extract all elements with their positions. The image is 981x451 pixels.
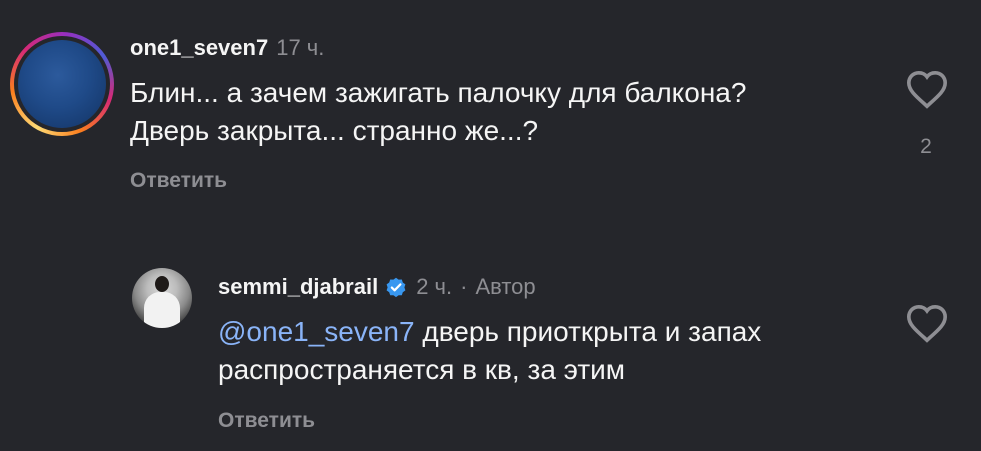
comment-text-line: Блин... а зачем зажигать палочку для бал…: [130, 77, 747, 108]
comment-text: @one1_seven7 дверь приоткрыта и запах ра…: [218, 313, 761, 389]
meta-separator: ·: [460, 274, 468, 299]
heart-outline-icon[interactable]: [905, 69, 949, 109]
comment-timestamp: 17 ч.: [276, 35, 325, 60]
avatar[interactable]: [132, 268, 192, 328]
mention-link[interactable]: @one1_seven7: [218, 316, 415, 347]
reply-button[interactable]: Ответить: [130, 169, 227, 193]
comment-text-fragment: дверь приоткрыта и запах: [414, 316, 762, 347]
comment-header: semmi_djabrail 2 ч. · Автор: [218, 274, 536, 300]
comment-text-line: Дверь закрыта... странно же...?: [130, 115, 539, 146]
comment-username[interactable]: semmi_djabrail: [218, 274, 378, 300]
comment-text-line: @one1_seven7 дверь приоткрыта и запах: [218, 313, 761, 351]
comment-text: Блин... а зачем зажигать палочку для бал…: [130, 74, 746, 150]
comment-item: one1_seven7 17 ч. Блин... а зачем зажига…: [0, 0, 981, 220]
avatar-image: [18, 40, 106, 128]
heart-outline-icon[interactable]: [905, 303, 949, 343]
like-count[interactable]: 2: [906, 135, 946, 159]
reply-comment-item: semmi_djabrail 2 ч. · Автор @one1_seven7…: [0, 250, 981, 450]
comment-text-line: распространяется в кв, за этим: [218, 354, 626, 385]
avatar-figure: [144, 292, 180, 328]
author-badge: Автор: [475, 274, 536, 299]
avatar-figure: [155, 276, 169, 292]
comment-timestamp: 2 ч.: [416, 274, 453, 299]
comment-username[interactable]: one1_seven7: [130, 35, 268, 61]
comment-header: one1_seven7 17 ч.: [130, 35, 324, 61]
reply-button[interactable]: Ответить: [218, 409, 315, 433]
verified-badge-icon: [386, 277, 406, 298]
avatar[interactable]: [10, 32, 114, 136]
